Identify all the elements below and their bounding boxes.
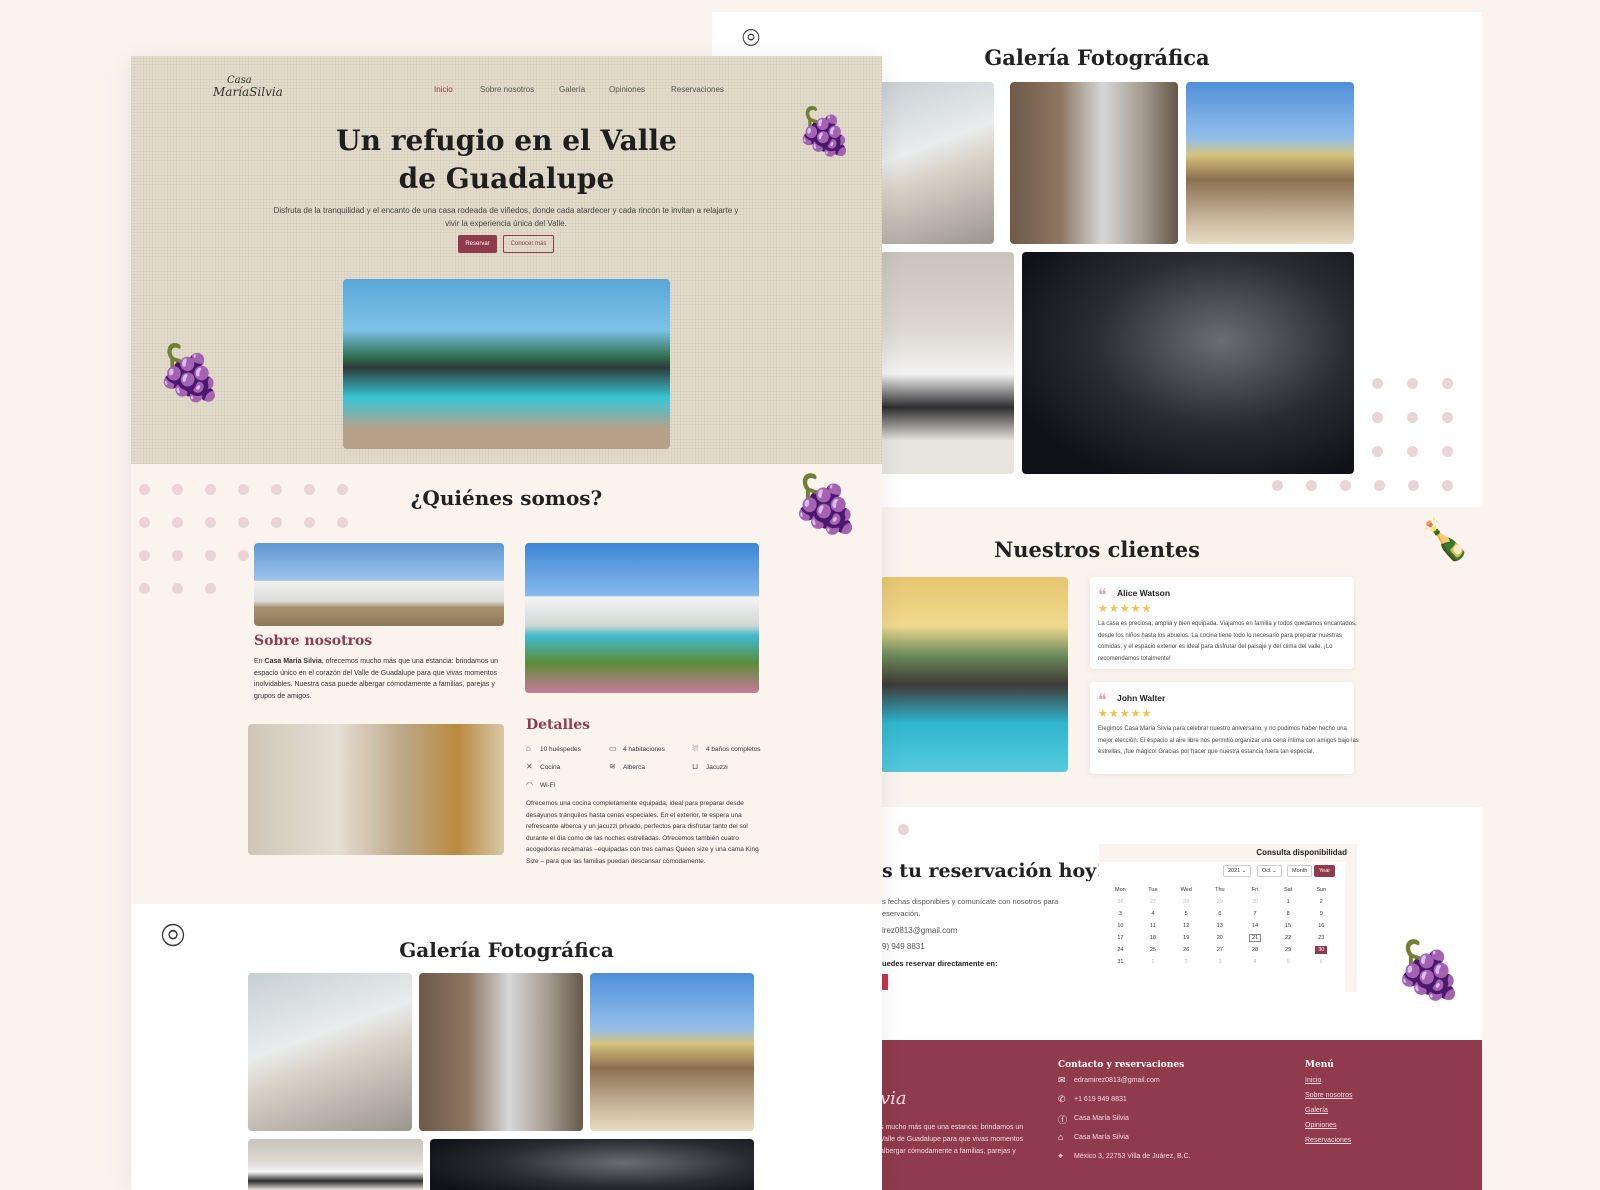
- gallery-image-bathroom[interactable]: [419, 973, 583, 1131]
- reservation-line: s fechas disponibles y comunícate con no…: [882, 897, 1059, 906]
- facebook-icon: ⓕ: [1058, 1115, 1068, 1125]
- reservation-line: eservación.: [882, 909, 921, 918]
- calendar-grid: Mon Tue Wed Thu Fri Sat Sun 26 27 28 29 30 1 2 34567…: [1115, 887, 1328, 965]
- gallery-image-patio[interactable]: [1186, 82, 1354, 244]
- grapes-sketch-icon: 🍇: [791, 472, 861, 535]
- gallery-image-bedroom[interactable]: [248, 1139, 423, 1190]
- kitchen-icon: ✕: [526, 762, 533, 771]
- detail-item: ▭ 4 habitaciones: [609, 744, 665, 753]
- review-author: John Walter: [1117, 693, 1166, 703]
- airbnb-button[interactable]: [882, 974, 888, 990]
- footer-logo: via: [880, 1088, 907, 1109]
- reservation-title: s tu reservación hoy!: [882, 860, 1105, 882]
- nav-galeria[interactable]: Galería: [559, 85, 585, 94]
- footer-facebook[interactable]: Casa María Silvia: [1074, 1115, 1129, 1122]
- grapes-sketch-icon: 🍇: [796, 105, 854, 157]
- detail-item: ⌂ 10 huéspedes: [526, 744, 581, 753]
- month-select[interactable]: Oct ⌄: [1257, 865, 1282, 877]
- footer-contact-title: Contacto y reservaciones: [1058, 1060, 1185, 1070]
- calendar-today[interactable]: 21: [1248, 934, 1262, 942]
- gallery-image-night-patio[interactable]: [1022, 252, 1354, 474]
- front-page: Casa MaríaSilvia Inicio Sobre nosotros G…: [131, 56, 882, 1190]
- logo[interactable]: Casa MaríaSilvia: [213, 76, 283, 99]
- detail-item: ✕ Cocina: [526, 762, 561, 771]
- footer-menu-item[interactable]: Reservaciones: [1305, 1137, 1351, 1144]
- about-text: En Casa María Silvia, ofrecemos mucho má…: [254, 658, 498, 700]
- gallery-image-patio[interactable]: [590, 973, 754, 1131]
- footer-phone[interactable]: +1 619 949 8831: [1074, 1096, 1127, 1103]
- reservation-direct: uedes reservar directamente en:: [882, 959, 998, 968]
- gallery-title: Galería Fotográfica: [399, 938, 614, 962]
- review-card: ❝ John Walter ★★★★★ Elegimos Casa María …: [1090, 682, 1359, 774]
- email-icon: ✉: [1058, 1075, 1066, 1085]
- detail-item: ⊔ Jacuzzi: [692, 762, 728, 771]
- details-title: Detalles: [526, 717, 591, 733]
- guests-icon: ⌂: [526, 744, 531, 753]
- nav-sobre-nosotros[interactable]: Sobre nosotros: [480, 85, 534, 94]
- wine-bottle-icon: 🍾: [1420, 518, 1470, 562]
- whatsapp-icon: ✆: [1058, 1094, 1066, 1104]
- month-view-button[interactable]: Month: [1287, 865, 1313, 877]
- pool-icon: ≋: [609, 762, 616, 771]
- star-rating: ★★★★★: [1098, 708, 1153, 720]
- detail-item: ≋ Alberca: [609, 762, 646, 771]
- about-image-house: [254, 543, 504, 626]
- hero-section: Casa MaríaSilvia Inicio Sobre nosotros G…: [131, 56, 882, 464]
- footer-menu-item[interactable]: Inicio: [1305, 1077, 1321, 1084]
- grapes-sketch-icon: 🍇: [1394, 938, 1464, 1001]
- year-view-button[interactable]: Year: [1314, 865, 1336, 877]
- airbnb-icon: ⌂: [1058, 1132, 1064, 1142]
- footer-menu-item[interactable]: Sobre nosotros: [1305, 1092, 1352, 1099]
- review-card: ❝ Alice Watson ★★★★★ La casa es preciosa…: [1090, 577, 1357, 669]
- bed-icon: ▭: [609, 744, 617, 753]
- nav-opiniones[interactable]: Opiniones: [609, 85, 645, 94]
- gallery-image-night-patio[interactable]: [430, 1139, 754, 1190]
- footer-menu-item[interactable]: Galería: [1305, 1107, 1328, 1114]
- gallery-image-living[interactable]: [880, 82, 994, 244]
- gallery-image-bedroom[interactable]: [880, 252, 1014, 474]
- year-select[interactable]: 2021 ⌄: [1223, 865, 1252, 877]
- footer-address: México 3, 22753 Villa de Juárez, B.C.: [1074, 1153, 1191, 1160]
- barrels-sketch-icon: 🍇: [156, 343, 224, 403]
- reserve-button[interactable]: Reservar: [458, 235, 497, 253]
- star-rating: ★★★★★: [1098, 603, 1153, 615]
- detail-item: ◠ Wi-Fi: [526, 780, 556, 789]
- hero-image: [343, 279, 670, 449]
- review-text: La casa es preciosa, amplia y bien equip…: [1098, 621, 1357, 662]
- reservation-phone[interactable]: 9) 949 8831: [882, 942, 925, 951]
- hero-title: Un refugio en el Valle de Guadalupe: [336, 124, 677, 195]
- availability-calendar: Consulta disponibilidad 2021 ⌄ Oct ⌄ Mon…: [1099, 844, 1357, 992]
- reservation-email[interactable]: irez0813@gmail.com: [882, 926, 957, 935]
- detail-item: ⛆ 4 baños completos: [692, 744, 761, 753]
- footer-email[interactable]: edramirez0813@gmail.com: [1074, 1077, 1160, 1084]
- review-author: Alice Watson: [1117, 588, 1171, 598]
- review-text: Elegimos Casa María Silvia para celebrar…: [1098, 726, 1359, 755]
- footer-menu-title: Menú: [1305, 1060, 1334, 1070]
- gallery-image-bathroom[interactable]: [1010, 82, 1178, 244]
- wifi-icon: ◠: [526, 780, 533, 789]
- about-subtitle: Sobre nosotros: [254, 633, 373, 649]
- about-image-pool-house: [525, 543, 759, 693]
- about-title: ¿Quiénes somos?: [410, 486, 603, 510]
- nav-reservaciones[interactable]: Reservaciones: [671, 85, 724, 94]
- clients-photo: [880, 577, 1068, 772]
- calendar-selected-day[interactable]: 30: [1315, 946, 1328, 954]
- location-icon: ⌖: [1058, 1151, 1064, 1161]
- jacuzzi-icon: ⊔: [692, 762, 699, 771]
- hero-lead: Disfruta de la tranquilidad y el encanto…: [273, 206, 739, 228]
- details-text: Ofrecemos una cocina completamente equip…: [526, 800, 759, 865]
- learn-more-button[interactable]: Conocer más: [503, 235, 554, 253]
- shower-icon: ⛆: [692, 744, 699, 753]
- footer-airbnb[interactable]: Casa María Silvia: [1074, 1134, 1129, 1141]
- footer-menu-item[interactable]: Opiniones: [1305, 1122, 1337, 1129]
- gallery-image-living[interactable]: [248, 973, 412, 1131]
- nav-inicio[interactable]: Inicio: [434, 85, 453, 94]
- calendar-heading: Consulta disponibilidad: [1256, 848, 1347, 857]
- details-image-living: [248, 724, 504, 855]
